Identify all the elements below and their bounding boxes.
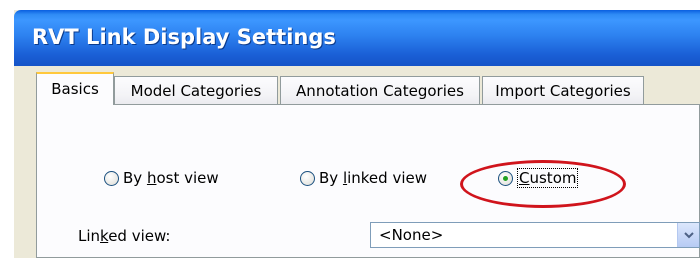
tab-basics[interactable]: Basics: [36, 72, 114, 105]
radio-by-host-view-label: By host view: [123, 169, 219, 187]
tab-annotation-categories[interactable]: Annotation Categories: [280, 76, 480, 104]
radio-by-host-view[interactable]: By host view: [104, 166, 219, 190]
chevron-down-icon: [683, 231, 694, 238]
tab-strip: Basics Model Categories Annotation Categ…: [16, 72, 700, 105]
radio-button-icon[interactable]: [104, 170, 119, 186]
highlight-circle-annotation: [460, 160, 626, 208]
linked-view-dropdown[interactable]: <None>: [370, 222, 700, 248]
title-bar[interactable]: RVT Link Display Settings: [14, 10, 700, 66]
radio-button-icon[interactable]: [300, 170, 315, 186]
linked-view-value: <None>: [379, 226, 444, 244]
tab-model-categories-label: Model Categories: [130, 81, 262, 100]
linked-view-label: Linked view:: [78, 227, 171, 245]
dropdown-button[interactable]: [677, 223, 699, 247]
tab-import-categories[interactable]: Import Categories: [482, 76, 644, 104]
radio-by-linked-view-label: By linked view: [319, 169, 427, 187]
tab-annotation-categories-label: Annotation Categories: [296, 81, 464, 100]
window-title: RVT Link Display Settings: [32, 25, 336, 49]
tab-basics-label: Basics: [51, 80, 99, 98]
tab-model-categories[interactable]: Model Categories: [114, 76, 278, 104]
tab-import-categories-label: Import Categories: [495, 81, 631, 100]
radio-by-linked-view[interactable]: By linked view: [300, 166, 427, 190]
